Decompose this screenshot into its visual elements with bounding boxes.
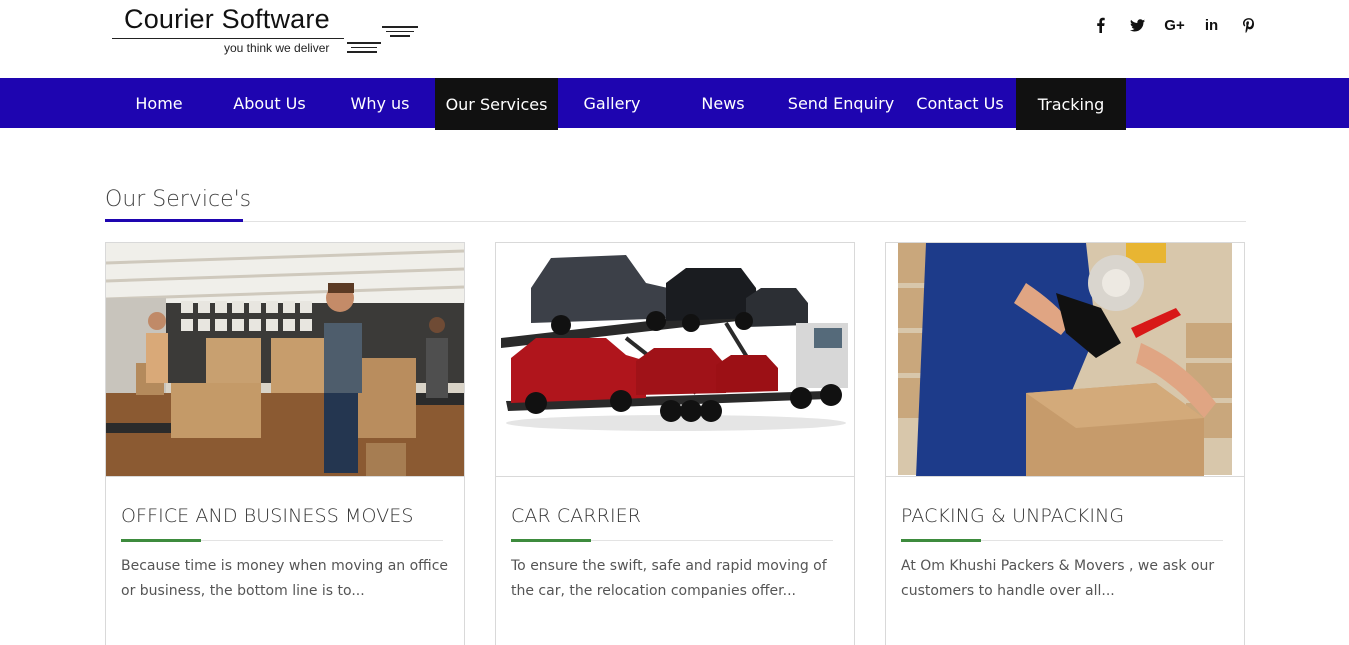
site-logo[interactable]: Courier Software you think we deliver [112, 2, 422, 62]
card-title[interactable]: OFFICE AND BUSINESS MOVES [121, 505, 414, 527]
speed-lines-icon [382, 26, 418, 40]
nav-gallery[interactable]: Gallery [558, 78, 666, 128]
service-card-packing-unpacking[interactable]: PACKING & UNPACKING At Om Khushi Packers… [885, 242, 1245, 645]
office-moving-photo [106, 243, 464, 477]
logo-tagline: you think we deliver [224, 41, 330, 55]
section-title: Our Service's [105, 187, 252, 212]
nav-news[interactable]: News [668, 78, 778, 128]
linkedin-icon[interactable]: in [1193, 14, 1230, 36]
card-title-accent [121, 539, 201, 542]
logo-underline [112, 38, 344, 39]
service-card-office-moves[interactable]: OFFICE AND BUSINESS MOVES Because time i… [105, 242, 465, 645]
packing-tape-photo [886, 243, 1244, 477]
service-card-car-carrier[interactable]: CAR CARRIER To ensure the swift, safe an… [495, 242, 855, 645]
nav-about-us[interactable]: About Us [213, 78, 326, 128]
social-links: G+ in [1082, 14, 1267, 36]
section-divider [105, 221, 1246, 222]
card-title-accent [511, 539, 591, 542]
nav-why-us[interactable]: Why us [326, 78, 434, 128]
nav-send-enquiry[interactable]: Send Enquiry [780, 78, 902, 128]
main-nav: Home About Us Why us Our Services Galler… [0, 78, 1349, 130]
card-title[interactable]: PACKING & UNPACKING [901, 505, 1124, 527]
logo-title: Courier Software [124, 4, 330, 34]
facebook-icon[interactable] [1082, 14, 1119, 36]
nav-home[interactable]: Home [105, 78, 213, 128]
card-description: At Om Khushi Packers & Movers , we ask o… [901, 558, 1215, 599]
card-title-accent [901, 539, 981, 542]
card-description: To ensure the swift, safe and rapid movi… [511, 558, 827, 599]
nav-tracking[interactable]: Tracking [1016, 78, 1126, 130]
section-title-underline [105, 219, 243, 222]
card-title[interactable]: CAR CARRIER [511, 505, 641, 527]
car-carrier-truck-photo [496, 243, 854, 477]
nav-our-services[interactable]: Our Services [435, 78, 558, 130]
twitter-icon[interactable] [1119, 14, 1156, 36]
speed-lines-icon [347, 42, 381, 56]
nav-contact-us[interactable]: Contact Us [904, 78, 1016, 128]
card-description: Because time is money when moving an off… [121, 558, 449, 599]
site-header: Courier Software you think we deliver G+… [0, 0, 1349, 78]
google-plus-icon[interactable]: G+ [1156, 14, 1193, 36]
pinterest-icon[interactable] [1230, 14, 1267, 36]
